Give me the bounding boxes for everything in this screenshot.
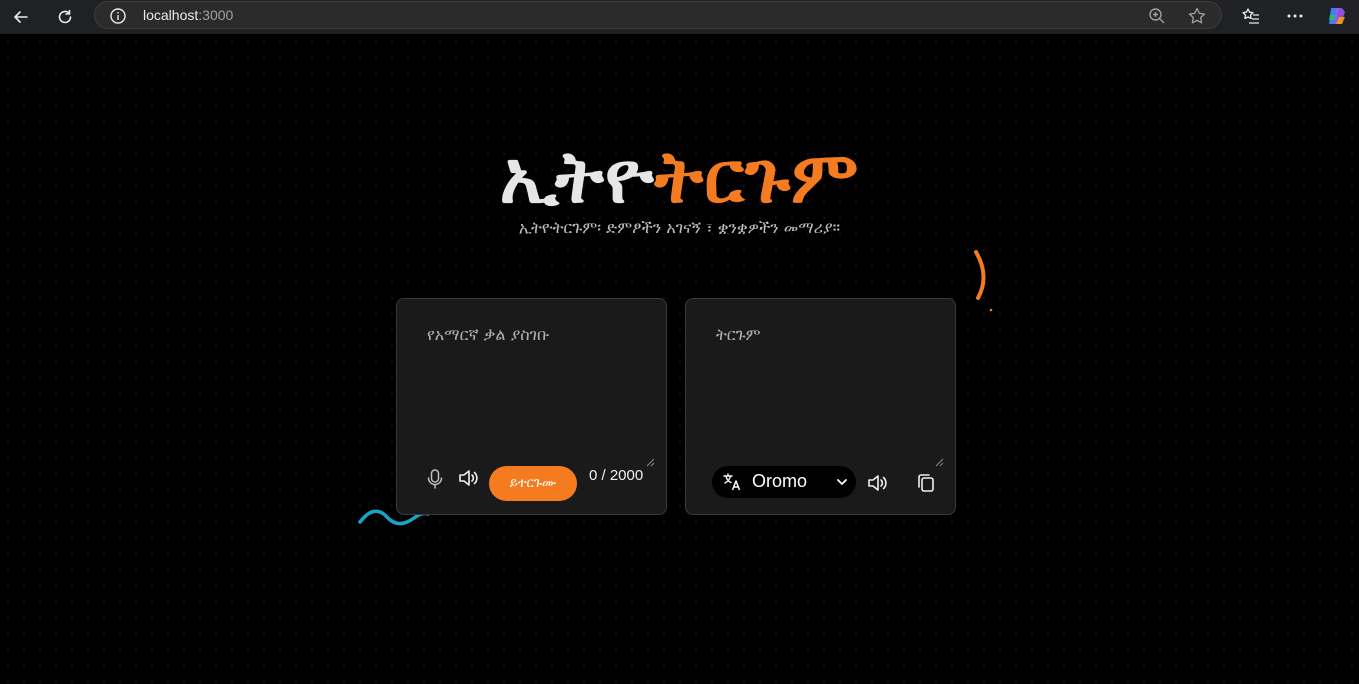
title-part-tirgum: ትርጉም bbox=[654, 135, 860, 219]
microphone-button[interactable] bbox=[423, 467, 447, 491]
copy-button[interactable] bbox=[914, 471, 938, 495]
browser-toolbar: localhost:3000 bbox=[0, 0, 1359, 34]
amharic-input[interactable] bbox=[411, 313, 654, 465]
page-subtitle: ኢትዮትርጉም፡ ድምፆችን አገናኝ ፣ ቋንቋዎችን መማሪያ። bbox=[518, 218, 841, 237]
output-card: Oromo bbox=[685, 298, 956, 515]
translate-button[interactable]: ይተርጉሙ bbox=[489, 466, 577, 501]
character-counter: 0 / 2000 bbox=[589, 467, 644, 484]
url-text: localhost:3000 bbox=[143, 7, 234, 23]
reload-icon bbox=[58, 9, 72, 24]
resize-handle-icon[interactable] bbox=[645, 457, 655, 467]
favorites-button[interactable] bbox=[1239, 4, 1263, 28]
reload-button[interactable] bbox=[52, 4, 78, 30]
resize-handle-icon[interactable] bbox=[934, 457, 944, 467]
copilot-icon bbox=[1329, 8, 1345, 24]
address-bar[interactable]: localhost:3000 bbox=[94, 1, 1222, 29]
zoom-icon[interactable] bbox=[1147, 6, 1167, 26]
arrow-left-icon bbox=[14, 11, 28, 23]
target-language-select[interactable]: Oromo bbox=[712, 466, 856, 498]
chevron-down-icon bbox=[837, 479, 847, 485]
page-title: ኢትዮትርጉም bbox=[0, 136, 1359, 218]
copy-icon bbox=[918, 474, 934, 492]
translate-icon bbox=[723, 473, 741, 491]
more-options-button[interactable] bbox=[1283, 4, 1307, 28]
favorite-star-icon[interactable] bbox=[1187, 6, 1207, 26]
copilot-button[interactable] bbox=[1325, 4, 1349, 28]
favorites-list-icon bbox=[1242, 8, 1259, 24]
speaker-icon bbox=[459, 470, 478, 486]
back-button[interactable] bbox=[8, 4, 34, 30]
orange-arc-decoration bbox=[974, 250, 993, 312]
more-dots-icon bbox=[1287, 14, 1303, 18]
output-speaker-button[interactable] bbox=[865, 471, 889, 495]
microphone-icon bbox=[427, 469, 443, 489]
info-icon[interactable] bbox=[109, 7, 127, 25]
input-speaker-button[interactable] bbox=[456, 466, 480, 490]
input-card: ይተርጉሙ 0 / 2000 bbox=[396, 298, 667, 515]
title-part-ethio: ኢትዮ bbox=[499, 135, 655, 219]
selected-language: Oromo bbox=[752, 471, 808, 491]
speaker-icon bbox=[868, 475, 887, 491]
app-page: ኢትዮትርጉም ኢትዮትርጉም፡ ድምፆችን አገናኝ ፣ ቋንቋዎችን መማሪ… bbox=[0, 34, 1359, 684]
translation-output[interactable] bbox=[700, 313, 943, 465]
